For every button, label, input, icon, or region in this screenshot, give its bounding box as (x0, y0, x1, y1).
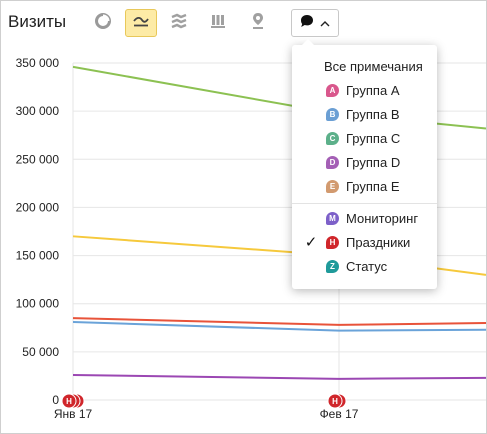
y-tick-label: 150 000 (16, 249, 60, 263)
y-tick-label: 200 000 (16, 200, 60, 214)
annotation-letter: H (66, 397, 72, 406)
group-a-badge-icon: A (326, 83, 339, 97)
y-tick-label: 50 000 (22, 345, 59, 359)
group-c-label: Группа C (346, 130, 401, 146)
note-category-item-monitoring[interactable]: M Мониторинг (292, 206, 437, 230)
x-tick-label: Фев 17 (320, 407, 359, 421)
y-tick-label: 0 (52, 393, 59, 407)
y-tick-label: 100 000 (16, 297, 60, 311)
note-category-item-holidays[interactable]: ✓ H Праздники (292, 230, 437, 254)
chart-widget: Визиты 0 50 000 100 000 150 000 200 000 … (0, 0, 487, 434)
group-b-badge-icon: B (326, 107, 339, 121)
notes-dropdown: Все примечания A Группа A B Группа B C Г… (292, 39, 437, 289)
holiday-annotation-marker[interactable]: H (327, 393, 347, 409)
group-e-label: Группа E (346, 178, 400, 194)
note-group-item-a[interactable]: A Группа A (292, 78, 437, 102)
monitoring-label: Мониторинг (346, 210, 419, 226)
note-group-item-e[interactable]: E Группа E (292, 174, 437, 198)
y-tick-label: 350 000 (16, 56, 60, 70)
y-tick-label: 300 000 (16, 104, 60, 118)
group-a-label: Группа A (346, 82, 400, 98)
note-group-item-d[interactable]: D Группа D (292, 150, 437, 174)
group-b-label: Группа B (346, 106, 400, 122)
holiday-annotation-marker[interactable]: H (61, 393, 85, 409)
group-d-label: Группа D (346, 154, 401, 170)
menu-divider (292, 203, 437, 204)
dropdown-caret (302, 39, 314, 45)
checkmark-icon: ✓ (304, 234, 318, 251)
holidays-label: Праздники (346, 234, 411, 250)
group-c-badge-icon: C (326, 131, 339, 145)
annotation-letter: H (332, 397, 338, 406)
all-notes-label: Все примечания (324, 58, 423, 74)
note-group-item-c[interactable]: C Группа C (292, 126, 437, 150)
group-e-badge-icon: E (326, 179, 339, 193)
note-category-item-status[interactable]: Z Статус (292, 254, 437, 278)
status-badge-icon: Z (326, 259, 339, 273)
y-tick-label: 250 000 (16, 152, 60, 166)
all-notes-item[interactable]: Все примечания (292, 54, 437, 78)
status-label: Статус (346, 258, 388, 274)
note-group-item-b[interactable]: B Группа B (292, 102, 437, 126)
monitoring-badge-icon: M (326, 211, 339, 225)
series-line-5[interactable] (72, 373, 486, 380)
group-d-badge-icon: D (326, 155, 339, 169)
x-tick-label: Янв 17 (54, 407, 93, 421)
holidays-badge-icon: H (326, 235, 339, 249)
